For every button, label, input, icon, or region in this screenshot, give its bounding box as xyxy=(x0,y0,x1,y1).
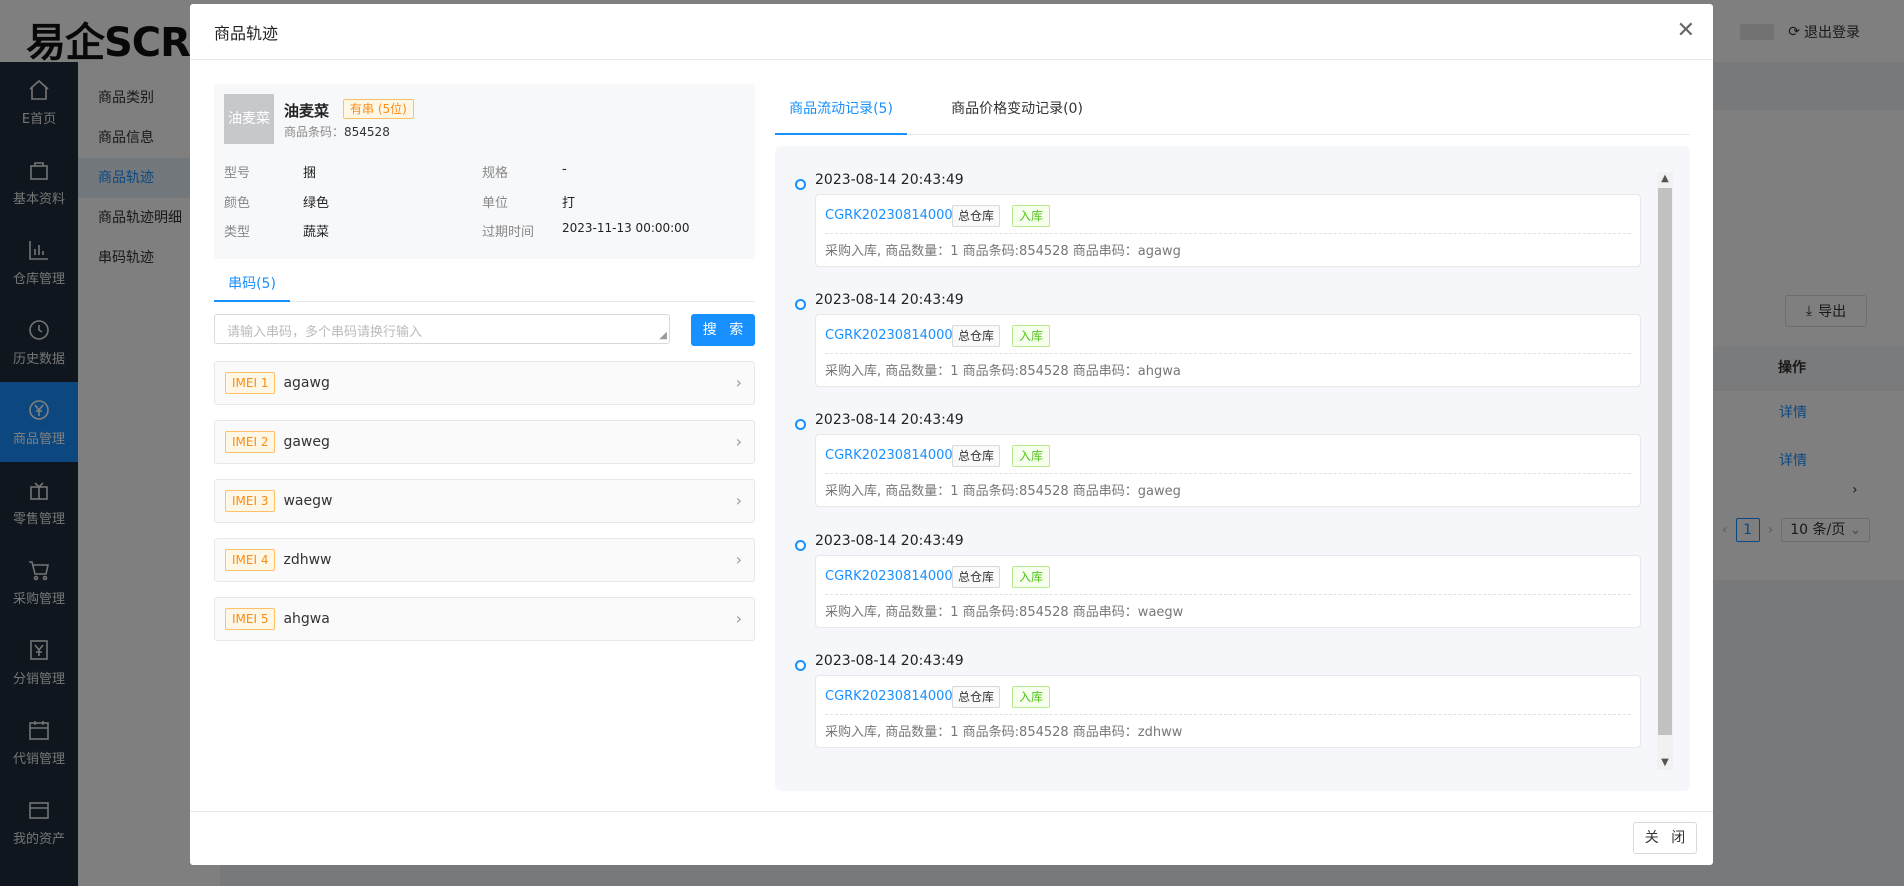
attr-spec-key: 规格 xyxy=(482,166,509,181)
status-badge: 入库 xyxy=(1012,325,1051,347)
imei-tag: IMEI 1 xyxy=(225,372,276,394)
record-description: 采购入库, 商品数量：1 商品条码:854528 商品串码：agawg xyxy=(825,244,1181,259)
product-track-modal: 商品轨迹 ✕ 油麦菜 油麦菜 有串 (5位) 商品条码：854528 型号 捆 … xyxy=(190,4,1713,865)
warehouse-tag: 总仓库 xyxy=(952,686,1001,708)
timeline-card: CGRK202308140001 总仓库 入库 采购入库, 商品数量：1 商品条… xyxy=(815,555,1641,628)
search-placeholder: 请输入串码，多个串码请换行输入 xyxy=(227,325,423,340)
record-description: 采购入库, 商品数量：1 商品条码:854528 商品串码：zdhww xyxy=(825,725,1183,740)
attr-unit-value: 打 xyxy=(562,196,576,211)
modal-title: 商品轨迹 xyxy=(214,23,279,43)
order-number-link[interactable]: CGRK202308140001 xyxy=(825,328,961,343)
timeline-card: CGRK202308140001 总仓库 入库 采购入库, 商品数量：1 商品条… xyxy=(815,314,1641,387)
status-badge: 入库 xyxy=(1012,445,1051,467)
timeline-time: 2023-08-14 20:43:49 xyxy=(815,653,964,669)
status-badge: 入库 xyxy=(1012,205,1051,227)
attr-unit-key: 单位 xyxy=(482,196,509,211)
divider xyxy=(825,473,1631,474)
chevron-right-icon: › xyxy=(735,432,742,451)
tab-serial[interactable]: 串码(5) xyxy=(214,270,290,302)
imei-tag: IMEI 2 xyxy=(225,431,276,453)
timeline-time: 2023-08-14 20:43:49 xyxy=(815,292,964,308)
order-number-link[interactable]: CGRK202308140001 xyxy=(825,689,961,704)
imei-value: gaweg xyxy=(283,434,330,450)
divider xyxy=(825,233,1631,234)
imei-value: agawg xyxy=(283,375,330,391)
imei-list-item[interactable]: IMEI 3 waegw › xyxy=(214,479,755,523)
timeline-dot-icon xyxy=(795,419,806,430)
record-tabs: 商品流动记录(5) 商品价格变动记录(0) xyxy=(775,88,1690,135)
record-description: 采购入库, 商品数量：1 商品条码:854528 商品串码：ahgwa xyxy=(825,364,1181,379)
tab-flow-records[interactable]: 商品流动记录(5) xyxy=(775,88,907,135)
attr-spec-value: - xyxy=(562,162,567,177)
divider xyxy=(825,353,1631,354)
chevron-right-icon: › xyxy=(735,491,742,510)
attr-type-value: 蔬菜 xyxy=(303,225,330,240)
warehouse-tag: 总仓库 xyxy=(952,566,1001,588)
warehouse-tag: 总仓库 xyxy=(952,325,1001,347)
warehouse-tag: 总仓库 xyxy=(952,445,1001,467)
imei-list-item[interactable]: IMEI 5 ahgwa › xyxy=(214,597,755,641)
record-description: 采购入库, 商品数量：1 商品条码:854528 商品串码：gaweg xyxy=(825,484,1181,499)
timeline-dot-icon xyxy=(795,179,806,190)
attr-color-key: 颜色 xyxy=(224,196,251,211)
serial-search-input[interactable]: 请输入串码，多个串码请换行输入 ◢ xyxy=(214,314,670,344)
attr-color-value: 绿色 xyxy=(303,196,330,211)
divider xyxy=(825,714,1631,715)
modal-header: 商品轨迹 ✕ xyxy=(190,4,1713,60)
status-badge: 入库 xyxy=(1012,686,1051,708)
resize-handle-icon[interactable]: ◢ xyxy=(659,331,667,341)
close-icon[interactable]: ✕ xyxy=(1677,20,1695,42)
timeline-card: CGRK202308140001 总仓库 入库 采购入库, 商品数量：1 商品条… xyxy=(815,194,1641,267)
chevron-right-icon: › xyxy=(735,609,742,628)
timeline-time: 2023-08-14 20:43:49 xyxy=(815,172,964,188)
imei-tag: IMEI 5 xyxy=(225,608,276,630)
product-info-card: 油麦菜 油麦菜 有串 (5位) 商品条码：854528 型号 捆 规格 - 颜色… xyxy=(214,84,755,259)
timeline-card: CGRK202308140001 总仓库 入库 采购入库, 商品数量：1 商品条… xyxy=(815,434,1641,507)
imei-list-item[interactable]: IMEI 1 agawg › xyxy=(214,361,755,405)
timeline-dot-icon xyxy=(795,299,806,310)
imei-list-item[interactable]: IMEI 2 gaweg › xyxy=(214,420,755,464)
scroll-down-icon[interactable]: ▼ xyxy=(1657,756,1673,770)
timeline-card: CGRK202308140001 总仓库 入库 采购入库, 商品数量：1 商品条… xyxy=(815,675,1641,748)
scrollbar-thumb[interactable] xyxy=(1658,188,1672,735)
barcode-value: 854528 xyxy=(344,125,390,139)
serial-tabs: 串码(5) xyxy=(214,270,755,302)
timeline-time: 2023-08-14 20:43:49 xyxy=(815,412,964,428)
product-barcode: 商品条码：854528 xyxy=(284,123,390,140)
serial-badge: 有串 (5位) xyxy=(343,99,414,119)
attr-expire-key: 过期时间 xyxy=(482,225,535,240)
tab-price-records[interactable]: 商品价格变动记录(0) xyxy=(947,88,1087,135)
imei-list-item[interactable]: IMEI 4 zdhww › xyxy=(214,538,755,582)
attr-expire-value: 2023-11-13 00:00:00 xyxy=(562,221,690,235)
scroll-up-icon[interactable]: ▲ xyxy=(1657,172,1673,186)
product-name: 油麦菜 xyxy=(284,102,330,120)
divider xyxy=(825,594,1631,595)
timeline-scrollbar[interactable]: ▲ ▼ xyxy=(1657,172,1673,770)
status-badge: 入库 xyxy=(1012,566,1051,588)
attr-model-key: 型号 xyxy=(224,166,251,181)
order-number-link[interactable]: CGRK202308140001 xyxy=(825,208,961,223)
warehouse-tag: 总仓库 xyxy=(952,205,1001,227)
product-thumbnail: 油麦菜 xyxy=(224,94,274,144)
imei-value: zdhww xyxy=(283,552,332,568)
order-number-link[interactable]: CGRK202308140001 xyxy=(825,569,961,584)
search-button[interactable]: 搜 索 xyxy=(691,314,755,346)
imei-tag: IMEI 3 xyxy=(225,490,276,512)
timeline-dot-icon xyxy=(795,540,806,551)
imei-value: ahgwa xyxy=(283,611,330,627)
modal-footer: 关 闭 xyxy=(190,811,1713,865)
chevron-right-icon: › xyxy=(735,373,742,392)
imei-value: waegw xyxy=(283,493,333,509)
record-description: 采购入库, 商品数量：1 商品条码:854528 商品串码：waegw xyxy=(825,605,1184,620)
timeline-time: 2023-08-14 20:43:49 xyxy=(815,533,964,549)
close-button[interactable]: 关 闭 xyxy=(1633,822,1697,854)
timeline-dot-icon xyxy=(795,660,806,671)
barcode-label: 商品条码： xyxy=(284,125,345,139)
order-number-link[interactable]: CGRK202308140001 xyxy=(825,448,961,463)
flow-timeline: 2023-08-14 20:43:49 CGRK202308140001 总仓库… xyxy=(775,146,1690,791)
chevron-right-icon: › xyxy=(735,550,742,569)
attr-type-key: 类型 xyxy=(224,225,251,240)
attr-model-value: 捆 xyxy=(303,166,317,181)
imei-tag: IMEI 4 xyxy=(225,549,276,571)
